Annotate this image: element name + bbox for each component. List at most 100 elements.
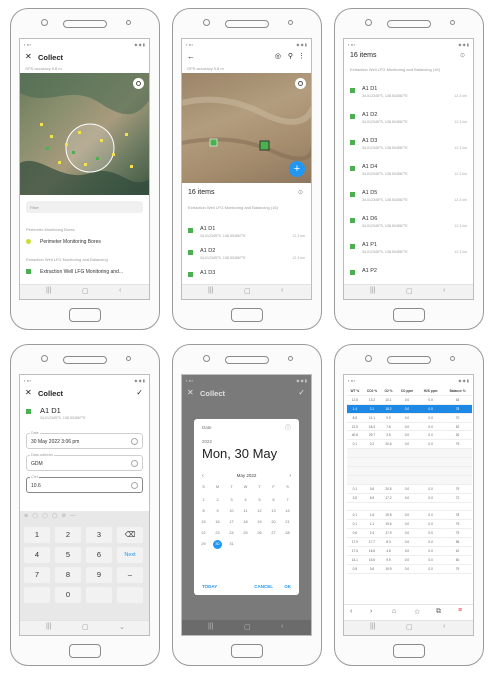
add-button[interactable]: + [289, 161, 305, 177]
key-minus[interactable]: – [117, 567, 143, 583]
calendar-day[interactable]: 4 [240, 496, 251, 505]
calendar-day[interactable]: 13 [268, 507, 279, 516]
calendar-day[interactable]: 24 [226, 529, 237, 538]
back-icon[interactable]: ‹ [281, 287, 283, 294]
calendar-day[interactable]: 30 [213, 540, 222, 549]
key[interactable]: 0 [55, 587, 81, 603]
check-icon[interactable]: ✓ [298, 388, 305, 397]
bookmark-icon[interactable]: ☆ [414, 608, 420, 616]
ch4-field[interactable]: CH4 10.6 [26, 475, 143, 493]
table-row[interactable]: 17.5 16.6 4.8 0.0 0.0 61 [347, 546, 472, 556]
recents-icon[interactable]: ||| [370, 287, 375, 294]
calendar-day[interactable]: 26 [254, 529, 265, 538]
map-view[interactable] [20, 73, 149, 195]
table-row[interactable] [347, 457, 472, 468]
forward-icon[interactable]: › [370, 608, 372, 615]
recents-icon[interactable]: ||| [46, 623, 51, 630]
key[interactable]: 2 [55, 527, 81, 543]
calendar-day[interactable]: 21 [282, 518, 293, 527]
calendar-day[interactable]: 29 [198, 540, 209, 549]
key[interactable] [24, 587, 50, 603]
home-button[interactable] [393, 308, 425, 322]
key-backspace[interactable]: ⌫ [117, 527, 143, 543]
table-row[interactable]: 14.1 15.6 9.9 0.0 0.0 60 [347, 555, 472, 565]
list-item[interactable]: A1 D1 34.012345°S, 138.534567°E 12.3 km [348, 83, 469, 105]
table-row[interactable]: 12.8 13.2 10.1 0.0 0.0 64 [347, 395, 472, 405]
key[interactable]: 3 [86, 527, 112, 543]
home-icon[interactable]: ▢ [406, 287, 413, 295]
table-row[interactable]: 40.6 29.7 3.5 0.0 0.0 26 [347, 430, 472, 441]
map-view[interactable]: + [182, 73, 311, 183]
key[interactable] [117, 587, 143, 603]
calendar-day[interactable]: 22 [198, 529, 209, 538]
back-icon[interactable]: ⌄ [119, 623, 125, 631]
locate-button[interactable] [295, 78, 306, 89]
cancel-button[interactable]: CANCEL [254, 584, 273, 589]
calendar-day[interactable]: 5 [254, 496, 265, 505]
list-item[interactable]: Perimeter Monitoring Bores [26, 237, 143, 249]
table-row[interactable]: 0.1 0.2 20.6 0.0 0.0 79 [347, 439, 472, 450]
menu-icon[interactable]: ≡ [458, 607, 462, 614]
calendar-day[interactable]: 2 [212, 496, 223, 505]
calendar-day[interactable]: 12 [254, 507, 265, 516]
table-row[interactable]: 3.5 6.9 17.2 0.0 0.0 72 [347, 493, 472, 503]
calendar-day[interactable]: 20 [268, 518, 279, 527]
calendar-day[interactable]: 25 [240, 529, 251, 538]
calendar-day[interactable]: 31 [226, 540, 237, 549]
collapse-icon[interactable]: ⊙ [460, 52, 465, 59]
back-icon[interactable]: ‹ [443, 623, 445, 630]
table-row[interactable] [347, 448, 472, 459]
close-icon[interactable]: ✕ [25, 388, 32, 397]
close-icon[interactable]: ✕ [25, 52, 32, 61]
home-icon[interactable]: ▢ [244, 623, 251, 631]
calendar-day[interactable]: 10 [226, 507, 237, 516]
recents-icon[interactable]: ||| [46, 287, 51, 294]
home-icon[interactable]: ⌂ [392, 608, 396, 615]
list-item[interactable]: A1 D1 34.012345°S, 138.534567°E 12.3 km [186, 223, 307, 245]
key[interactable]: 9 [86, 567, 112, 583]
home-icon[interactable]: ▢ [82, 287, 89, 295]
key[interactable]: 8 [55, 567, 81, 583]
table-row[interactable] [347, 466, 472, 476]
calendar-day[interactable]: 16 [212, 518, 223, 527]
collector-field[interactable]: Data collector GDM [26, 453, 143, 471]
ok-button[interactable]: OK [284, 584, 291, 589]
calendar-day[interactable]: 9 [212, 507, 223, 516]
recents-icon[interactable]: ||| [208, 623, 213, 630]
search-icon[interactable]: ⚲ [288, 52, 293, 60]
more-icon[interactable]: ⋮ [298, 52, 305, 60]
calendar-day[interactable]: 14 [282, 507, 293, 516]
calendar-day[interactable]: 6 [268, 496, 279, 505]
next-month-icon[interactable]: › [289, 473, 291, 479]
calendar-day[interactable]: 8 [198, 507, 209, 516]
collapse-icon[interactable]: ⊙ [298, 189, 303, 196]
recents-icon[interactable]: ||| [208, 287, 213, 294]
table-row[interactable]: 17.9 17.7 8.3 0.0 0.0 56 [347, 537, 472, 548]
back-icon[interactable]: ‹ [281, 623, 283, 630]
key[interactable]: 6 [86, 547, 112, 563]
table-row[interactable]: 0.1 1.1 19.6 0.0 0.0 79 [347, 519, 472, 530]
table-row[interactable]: 8.6 11.1 9.9 0.0 0.0 70 [347, 413, 472, 423]
key[interactable]: 4 [24, 547, 50, 563]
back-icon[interactable]: ‹ [350, 608, 352, 615]
calendar-day[interactable]: 19 [254, 518, 265, 527]
home-icon[interactable]: ▢ [244, 287, 251, 295]
close-icon[interactable]: ✕ [187, 388, 194, 397]
calendar-day[interactable]: 28 [282, 529, 293, 538]
clear-icon[interactable] [131, 482, 138, 489]
list-item[interactable]: A1 D6 34.012345°S, 138.534567°E 12.3 km [348, 213, 469, 235]
layers-icon[interactable]: ◎ [275, 52, 281, 60]
key[interactable] [86, 587, 112, 603]
table-row[interactable]: 0.5 0.6 19.9 0.0 0.0 79 [347, 564, 472, 574]
calendar-day[interactable]: 23 [212, 529, 223, 538]
calendar-day[interactable]: 7 [282, 496, 293, 505]
locate-button[interactable] [133, 78, 144, 89]
filter-input[interactable]: Filter [26, 201, 143, 213]
table-row[interactable]: 0.1 0.6 20.5 0.0 0.0 79 [347, 484, 472, 494]
list-item[interactable]: Extraction Well LFG Monitoring and... [26, 267, 143, 279]
list-item[interactable]: A1 D3 34.012345°S, 138.534567°E 12.3 km [348, 135, 469, 157]
back-icon[interactable]: ‹ [443, 287, 445, 294]
list-item[interactable]: A1 P1 34.012345°S, 138.534567°E 12.3 km [348, 239, 469, 261]
calendar-day[interactable]: 15 [198, 518, 209, 527]
list-item[interactable]: A1 D2 34.012345°S, 138.534567°E 12.3 km [186, 245, 307, 267]
